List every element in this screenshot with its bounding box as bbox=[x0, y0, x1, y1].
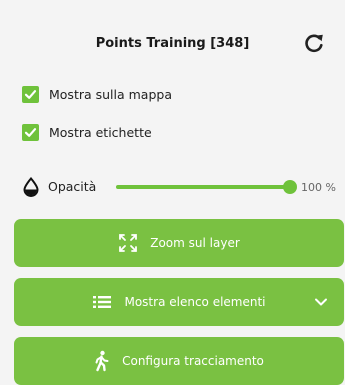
show-on-map-label: Mostra sulla mappa bbox=[49, 86, 172, 102]
configure-tracking-label: Configura tracciamento bbox=[122, 354, 264, 368]
show-labels-checkbox[interactable] bbox=[22, 123, 39, 141]
opacity-value: 100 % bbox=[301, 181, 336, 194]
expand-arrows-icon bbox=[118, 233, 138, 253]
show-labels-checkbox-row[interactable]: Mostra etichette bbox=[22, 122, 152, 142]
opacity-drop-icon bbox=[23, 177, 39, 197]
show-on-map-checkbox-row[interactable]: Mostra sulla mappa bbox=[22, 84, 172, 104]
opacity-slider-track bbox=[116, 185, 290, 189]
zoom-to-layer-button[interactable]: Zoom sul layer bbox=[14, 219, 344, 267]
opacity-row: Opacità 100 % bbox=[22, 176, 342, 198]
list-icon bbox=[92, 294, 112, 310]
opacity-label: Opacità bbox=[48, 179, 97, 194]
chevron-down-icon[interactable] bbox=[314, 295, 328, 309]
refresh-button[interactable] bbox=[301, 30, 327, 56]
walking-person-icon bbox=[94, 350, 110, 372]
show-labels-label: Mostra etichette bbox=[49, 124, 152, 140]
checkmark-icon bbox=[24, 127, 37, 137]
opacity-slider-thumb[interactable] bbox=[283, 180, 297, 194]
zoom-to-layer-label: Zoom sul layer bbox=[150, 236, 240, 250]
layer-panel: Points Training [348] Mostra sulla mappa… bbox=[0, 0, 345, 385]
show-element-list-button[interactable]: Mostra elenco elementi bbox=[14, 278, 344, 326]
panel-header: Points Training [348] bbox=[0, 28, 345, 60]
checkmark-icon bbox=[24, 89, 37, 99]
show-on-map-checkbox[interactable] bbox=[22, 85, 39, 103]
configure-tracking-button[interactable]: Configura tracciamento bbox=[14, 337, 344, 385]
show-element-list-label: Mostra elenco elementi bbox=[124, 295, 266, 309]
opacity-slider[interactable] bbox=[116, 180, 297, 194]
layer-title: Points Training [348] bbox=[95, 36, 250, 51]
refresh-icon bbox=[305, 34, 323, 53]
